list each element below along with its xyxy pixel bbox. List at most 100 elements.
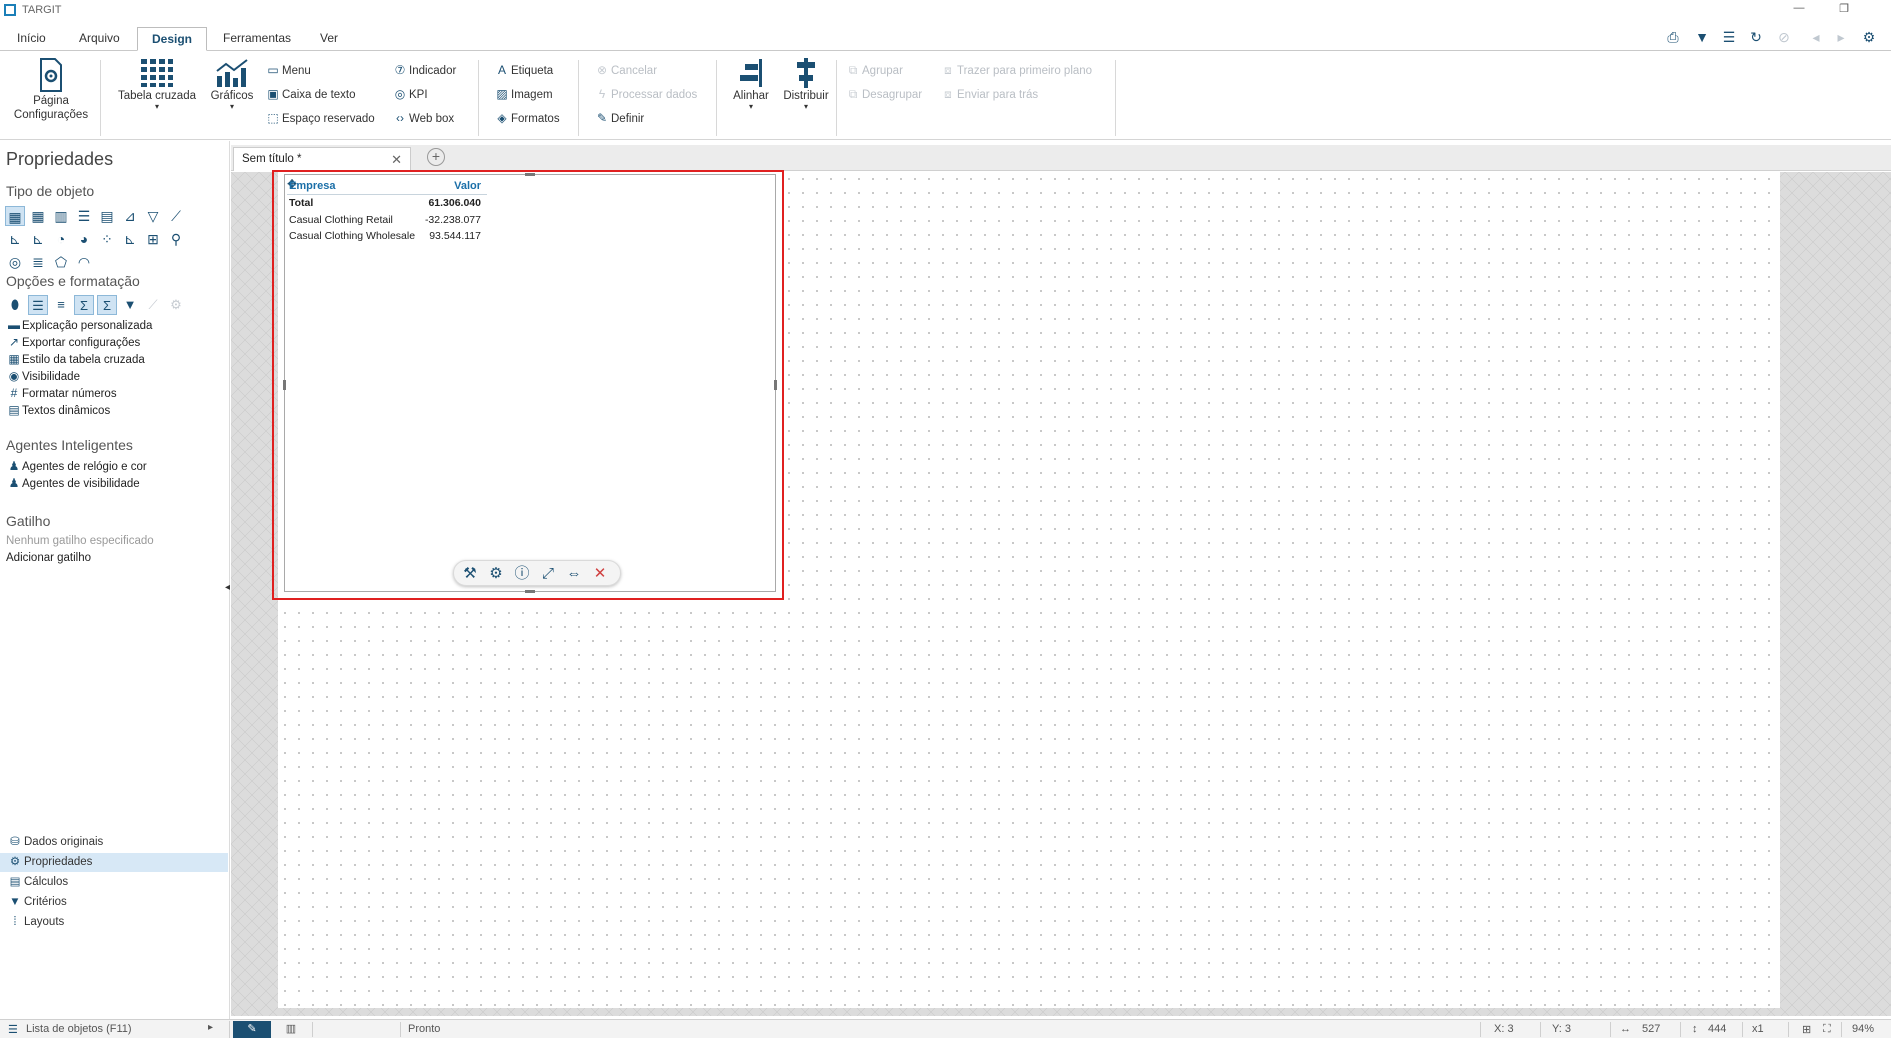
visibility-item[interactable]: ◉ Visibilidade xyxy=(6,367,80,385)
tab-ver[interactable]: Ver xyxy=(316,27,342,51)
filter-sort-icon[interactable]: ▼ xyxy=(120,295,140,315)
clock-color-agents-item[interactable]: ♟ Agentes de relógio e cor xyxy=(6,457,147,475)
clear-criteria-icon[interactable]: ⊘ xyxy=(1774,29,1794,47)
close-icon[interactable]: ✕ xyxy=(391,152,402,168)
forward-icon[interactable]: ▸ xyxy=(1831,29,1851,47)
step-chart-icon[interactable]: ⊾ xyxy=(28,229,48,249)
nav-layouts[interactable]: ⁞ Layouts xyxy=(0,913,228,932)
list-icon[interactable]: ≣ xyxy=(28,252,48,272)
column-header-company[interactable]: Empresa xyxy=(289,180,335,192)
sum-percent-icon[interactable]: Σ xyxy=(97,295,117,315)
page-settings-button[interactable]: Página Configurações xyxy=(8,58,94,122)
resize-handle-bottom[interactable] xyxy=(525,590,535,593)
tab-design[interactable]: Design xyxy=(137,27,207,51)
settings-gear-icon[interactable]: ⚙ xyxy=(1859,29,1879,47)
define-button[interactable]: ✎ Definir xyxy=(594,108,644,128)
trend-icon[interactable]: ⟋ xyxy=(143,295,163,315)
line-chart-icon[interactable]: ⟋ xyxy=(166,206,186,226)
traffic-light-icon[interactable]: ⬮ xyxy=(5,295,25,315)
visibility-agents-item[interactable]: ♟ Agentes de visibilidade xyxy=(6,474,140,492)
menu-button[interactable]: ▭ Menu xyxy=(265,60,310,80)
align-button[interactable]: Alinhar ▾ xyxy=(727,58,775,111)
label-button[interactable]: A Etiqueta xyxy=(494,60,553,80)
custom-explanation-item[interactable]: ▬ Explicação personalizada xyxy=(6,316,152,334)
filter-list-icon[interactable]: ☰ xyxy=(1719,29,1739,47)
design-mode-button[interactable]: ✎ xyxy=(233,1021,271,1038)
restore-icon[interactable]: ❐ xyxy=(1832,2,1856,18)
gauge-icon[interactable]: ◠ xyxy=(74,252,94,272)
dynamic-texts-item[interactable]: ▤ Textos dinâmicos xyxy=(6,401,110,419)
table-type-icon[interactable]: ▦ xyxy=(28,206,48,226)
wrench-icon[interactable]: ⚒ xyxy=(459,564,481,584)
filter-icon[interactable]: ▼ xyxy=(1692,29,1712,47)
delete-icon[interactable]: ✕ xyxy=(589,564,611,584)
subtotal-icon[interactable]: ☰ xyxy=(28,295,48,315)
crosstab-style-item[interactable]: ▦ Estilo da tabela cruzada xyxy=(6,350,144,368)
fit-page-icon[interactable]: ⊞ xyxy=(1802,1023,1811,1036)
placeholder-button[interactable]: ⬚ Espaço reservado xyxy=(265,108,374,128)
view-mode-button[interactable]: ▥ xyxy=(272,1021,310,1038)
add-tab-icon[interactable]: + xyxy=(427,148,445,166)
nav-calculations[interactable]: ▤ Cálculos xyxy=(0,873,228,892)
resize-handle-left[interactable] xyxy=(283,380,286,390)
donut-chart-icon[interactable]: ◕ xyxy=(74,229,94,249)
charts-button[interactable]: Gráficos ▾ xyxy=(207,58,257,111)
bar-chart-icon[interactable]: ▥ xyxy=(51,206,71,226)
resize-handle-top[interactable] xyxy=(525,173,535,176)
process-data-button[interactable]: ϟ Processar dados xyxy=(594,84,697,104)
nav-original-data[interactable]: ⛁ Dados originais xyxy=(0,833,228,852)
nav-criteria[interactable]: ▼ Critérios xyxy=(0,893,228,912)
column-header-value[interactable]: Valor xyxy=(425,180,481,192)
tab-ferramentas[interactable]: Ferramentas xyxy=(219,27,295,51)
shapes-button[interactable]: ◈ Formatos xyxy=(494,108,559,128)
sum-icon[interactable]: Σ xyxy=(74,295,94,315)
tab-arquivo[interactable]: Arquivo xyxy=(75,27,124,51)
map-pin-icon[interactable]: ⚲ xyxy=(166,229,186,249)
refresh-icon[interactable]: ↻ xyxy=(1746,29,1766,47)
funnel-icon[interactable]: ▽ xyxy=(143,206,163,226)
fit-width-icon[interactable]: ⇔ xyxy=(563,564,585,584)
stacked-bar-icon[interactable]: ▤ xyxy=(97,206,117,226)
webbox-button[interactable]: ‹› Web box xyxy=(392,108,454,128)
resize-handle-right[interactable] xyxy=(774,380,777,390)
document-tab[interactable]: Sem título * ✕ xyxy=(233,147,411,171)
tab-inicio[interactable]: Início xyxy=(13,27,50,51)
combo-chart-icon[interactable]: ⊿ xyxy=(120,206,140,226)
info-icon[interactable]: ⓘ xyxy=(511,564,533,584)
crosstab-button[interactable]: Tabela cruzada ▾ xyxy=(117,58,197,111)
back-icon[interactable]: ◂ xyxy=(1806,29,1826,47)
area-chart-icon[interactable]: ⊾ xyxy=(5,229,25,249)
bring-front-button[interactable]: ⧈ Trazer para primeiro plano xyxy=(940,60,1092,80)
add-trigger-link[interactable]: Adicionar gatilho xyxy=(6,549,91,567)
radar-icon[interactable]: ⬠ xyxy=(51,252,71,272)
minimize-icon[interactable]: — xyxy=(1787,2,1811,18)
sort-icon[interactable]: ≡ xyxy=(51,295,71,315)
format-numbers-item[interactable]: # Formatar números xyxy=(6,384,117,402)
object-list-button[interactable]: ☰ Lista de objetos (F11) ▸ xyxy=(4,1021,230,1038)
group-button[interactable]: ⧉ Agrupar xyxy=(845,60,903,80)
indicator-button[interactable]: ⑦ Indicador xyxy=(392,60,457,80)
horizontal-bar-icon[interactable]: ☰ xyxy=(74,206,94,226)
zoom-level[interactable]: 94% xyxy=(1852,1023,1874,1035)
map-icon[interactable]: ⊞ xyxy=(143,229,163,249)
fit-screen-icon[interactable]: ⛶ xyxy=(1823,1023,1831,1036)
waterfall-chart-icon[interactable]: ⊾ xyxy=(120,229,140,249)
forecast-icon[interactable]: ⚙ xyxy=(166,295,186,315)
send-back-button[interactable]: ⧈ Enviar para trás xyxy=(940,84,1038,104)
collapse-panel-icon[interactable]: ◂ xyxy=(225,582,230,593)
expand-icon[interactable]: ⤢ xyxy=(537,564,559,584)
pie-chart-icon[interactable]: ◔ xyxy=(51,229,71,249)
cancel-button[interactable]: ⊗ Cancelar xyxy=(594,60,657,80)
gear-icon[interactable]: ⚙ xyxy=(485,564,507,584)
nav-properties[interactable]: ⚙ Propriedades xyxy=(0,853,228,872)
export-settings-item[interactable]: ↗ Exportar configurações xyxy=(6,333,140,351)
image-button[interactable]: ▨ Imagem xyxy=(494,84,552,104)
scatter-chart-icon[interactable]: ⁘ xyxy=(97,229,117,249)
distribute-button[interactable]: Distribuir ▾ xyxy=(780,58,832,111)
selected-object-frame[interactable]: ✥ Empresa Valor Total 61.306.040 Casual … xyxy=(272,170,784,600)
crosstab-object[interactable]: ✥ Empresa Valor Total 61.306.040 Casual … xyxy=(283,173,777,593)
crosstab-type-icon[interactable]: ▦ xyxy=(5,206,25,226)
ungroup-button[interactable]: ⧉ Desagrupar xyxy=(845,84,922,104)
target-icon[interactable]: ◎ xyxy=(5,252,25,272)
kpi-button[interactable]: ◎ KPI xyxy=(392,84,428,104)
